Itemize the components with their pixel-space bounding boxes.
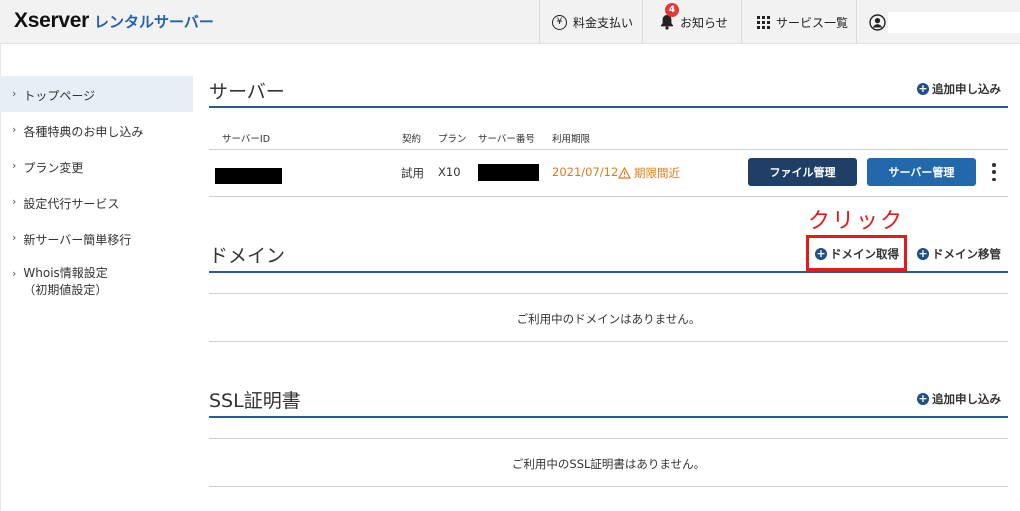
sidebar-item-label: Whois情報設定 <box>23 266 108 280</box>
warning-icon <box>618 167 631 179</box>
sidebar-item-label: 各種特典のお申し込み <box>23 125 144 139</box>
chevron-right-icon: › <box>12 267 17 280</box>
ssl-table-divider <box>209 438 1008 439</box>
chevron-right-icon: › <box>12 231 17 244</box>
plus-circle-icon: + <box>917 247 929 260</box>
services-label: サービス一覧 <box>776 15 849 30</box>
ssl-section-title: SSL証明書 <box>209 390 301 412</box>
chevron-right-icon: › <box>12 195 17 208</box>
expiry-date: 2021/07/12 <box>552 165 619 179</box>
ssl-empty-message: ご利用中のSSL証明書はありません。 <box>511 457 706 471</box>
expiry-warning: 期限間近 <box>618 165 680 181</box>
domain-section-rule <box>209 271 1008 273</box>
logo-main-text: Xserver <box>14 9 89 32</box>
domain-transfer-link[interactable]: + ドメイン移管 <box>917 246 1001 262</box>
sidebar-item-whois[interactable]: › Whois情報設定 （初期値設定） <box>0 256 193 306</box>
yen-icon: ¥ <box>552 14 567 30</box>
more-options-icon[interactable] <box>990 163 998 181</box>
sidebar-item-label: 設定代行サービス <box>23 197 120 211</box>
top-header: Xserver レンタルサーバー ¥ 料金支払い お知らせ 4 サービス一覧 <box>0 0 1020 44</box>
server-manager-button[interactable]: サーバー管理 <box>867 158 976 186</box>
click-annotation: クリック <box>808 209 905 234</box>
domain-table-divider <box>209 293 1008 294</box>
plus-circle-icon: + <box>917 392 929 405</box>
notice-count-badge: 4 <box>665 3 679 17</box>
column-header-server-id: サーバーID <box>222 134 271 145</box>
server-add-label: 追加申し込み <box>932 82 1001 96</box>
server-section-title: サーバー <box>209 81 285 103</box>
server-row-divider <box>209 196 1008 197</box>
sidebar-item-label: プラン変更 <box>23 161 84 175</box>
sidebar-item-label: 新サーバー簡単移行 <box>23 233 132 247</box>
chevron-right-icon: › <box>12 159 17 172</box>
domain-transfer-label: ドメイン移管 <box>932 247 1001 261</box>
logo-sub-text: レンタルサーバー <box>93 13 214 31</box>
sidebar-item-setup-service[interactable]: › 設定代行サービス <box>0 184 193 220</box>
ssl-section-rule <box>209 416 1008 418</box>
warning-label: 期限間近 <box>634 166 680 180</box>
contract-value: 試用 <box>401 166 424 180</box>
payment-nav[interactable]: ¥ 料金支払い <box>539 0 642 44</box>
sidebar-item-sublabel: （初期値設定） <box>23 283 108 297</box>
plan-value: X10 <box>438 165 461 179</box>
ssl-add-label: 追加申し込み <box>932 392 1001 406</box>
account-name-redacted <box>888 12 1020 33</box>
services-nav[interactable]: サービス一覧 <box>741 0 856 44</box>
server-number-redacted <box>478 164 539 181</box>
sidebar-item-benefits[interactable]: › 各種特典のお申し込み <box>0 112 193 148</box>
payment-label: 料金支払い <box>573 15 634 30</box>
column-header-plan: プラン <box>438 134 467 145</box>
domain-bottom-divider <box>209 341 1008 342</box>
plus-circle-icon: + <box>917 82 929 95</box>
sidebar-item-plan-change[interactable]: › プラン変更 <box>0 148 193 184</box>
xserver-logo[interactable]: Xserver レンタルサーバー <box>14 9 214 33</box>
domain-empty-message: ご利用中のドメインはありません。 <box>516 312 701 326</box>
click-highlight-box <box>806 235 907 271</box>
server-section-rule <box>209 106 1008 108</box>
grid-icon <box>757 15 770 29</box>
sidebar-item-migration[interactable]: › 新サーバー簡単移行 <box>0 220 193 256</box>
server-id-redacted <box>215 168 282 184</box>
user-icon <box>869 13 886 31</box>
sidebar: › トップページ › 各種特典のお申し込み › プラン変更 › 設定代行サービス… <box>0 76 193 306</box>
notice-nav[interactable]: お知らせ <box>642 0 741 44</box>
chevron-right-icon: › <box>12 123 17 136</box>
ssl-bottom-divider <box>209 486 1008 487</box>
chevron-right-icon: › <box>12 87 17 100</box>
column-header-contract: 契約 <box>402 134 422 145</box>
sidebar-item-label: トップページ <box>23 89 96 103</box>
column-header-server-number: サーバー番号 <box>478 134 535 145</box>
table-header-divider <box>209 149 1008 150</box>
notice-label: お知らせ <box>680 15 728 30</box>
column-header-expiry: 利用期限 <box>552 134 591 145</box>
domain-section-title: ドメイン <box>209 245 286 267</box>
server-add-link[interactable]: + 追加申し込み <box>917 81 1001 97</box>
sidebar-item-top[interactable]: › トップページ <box>0 76 193 112</box>
ssl-add-link[interactable]: + 追加申し込み <box>917 391 1001 407</box>
file-manager-button[interactable]: ファイル管理 <box>748 158 857 186</box>
